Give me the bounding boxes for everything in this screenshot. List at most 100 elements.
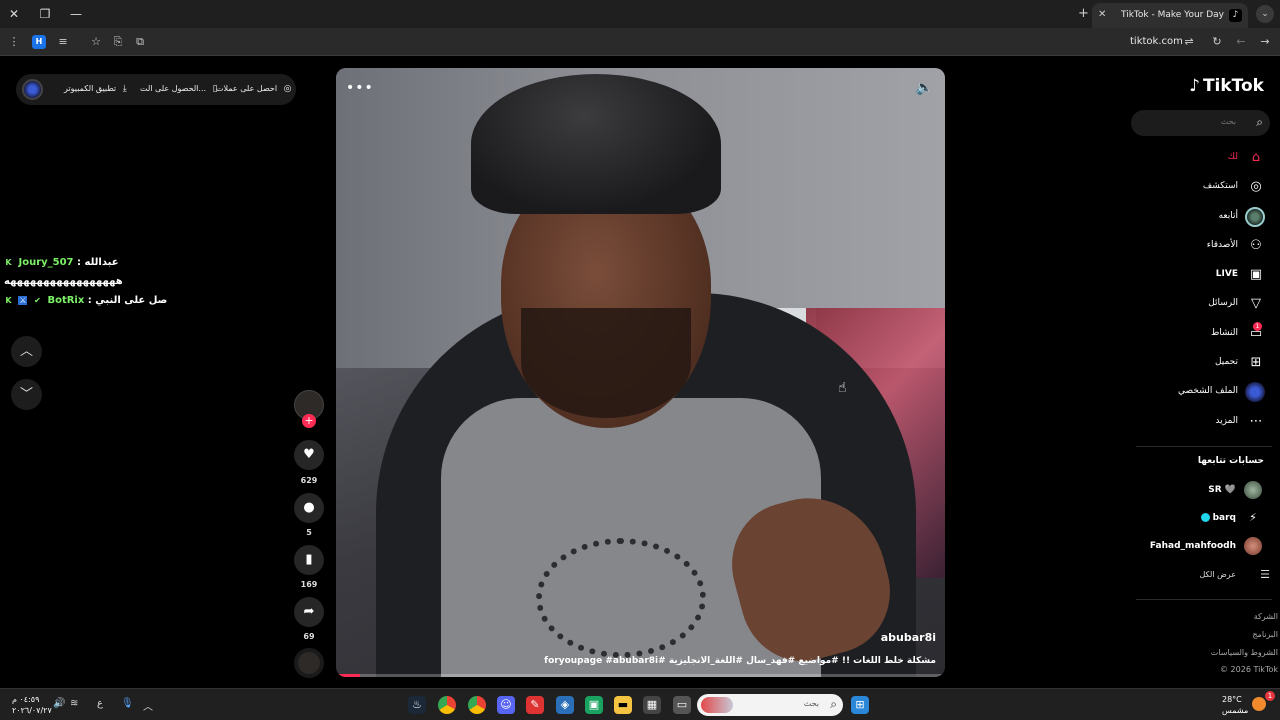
menu-dots-icon[interactable]: ⋮ [7,35,21,49]
store-icon[interactable]: ▦ [643,696,661,714]
restore-window-icon[interactable]: ❐ [37,6,53,22]
following-account[interactable]: SR 🩶 [1140,479,1270,503]
search-icon[interactable]: ⌕ [1256,115,1263,130]
chat-text: صل على النبي [95,295,168,306]
address-bar: ⋮ H ≡ ☆ ⎘ ⧉ tiktok.com ⇌ ↻ ← → [0,28,1280,56]
video-more-icon[interactable]: ••• [346,80,374,96]
back-icon[interactable]: ← [1234,35,1248,49]
reload-icon[interactable]: ↻ [1210,35,1224,49]
desktop-app-button[interactable]: تطبيق الكمبيوتر ⤓ [64,84,127,94]
comment-button[interactable]: ● [294,493,324,523]
kick-app-icon[interactable]: ▣ [585,696,603,714]
follow-plus-icon[interactable]: + [302,414,316,428]
previous-video-button[interactable]: ︿ [11,336,42,367]
volume-icon[interactable]: 🔈 [916,80,933,96]
taskbar-search-input[interactable]: بحث ⌕ [697,694,843,716]
profile-icon[interactable]: H [32,35,46,49]
active-app-icon[interactable]: ◈ [556,696,574,714]
close-tab-icon[interactable]: ✕ [1098,9,1106,20]
translate-icon[interactable]: ⎘ [111,35,125,49]
site-settings-icon[interactable]: ⇌ [1182,35,1196,49]
video-progress-bar[interactable] [336,674,945,677]
next-video-button[interactable]: ﹀ [11,379,42,410]
download-icon: ⤓ [122,84,127,94]
app-icon[interactable]: ✎ [526,696,544,714]
sidebar-item-live[interactable]: LIVE ▣ [1140,261,1270,290]
file-explorer-icon[interactable]: ▬ [614,696,632,714]
install-app-icon[interactable]: ⧉ [133,35,147,49]
sidebar-item-more[interactable]: المزيد ⋯ [1140,408,1270,437]
kick-badge-icon: K [5,257,12,267]
music-disc-icon[interactable] [294,648,324,678]
taskbar-search-placeholder: بحث [803,699,819,708]
see-all-link[interactable]: عرض الكل [1199,570,1236,579]
following-account-label: barq [1212,513,1236,523]
search-highlight-icon [701,697,733,713]
like-button[interactable]: ♥ [294,440,324,470]
sidebar-item-messages[interactable]: الرسائل ▽ [1140,290,1270,319]
sidebar-item-label: الرسائل [1208,298,1238,309]
steam-icon[interactable]: ♨ [408,696,426,714]
bookmark-star-icon[interactable]: ☆ [89,35,103,49]
get-app-label: الحصول على الت... [140,84,207,93]
notification-badge: 1 [1265,691,1275,701]
weather-widget[interactable]: 28°C مشمس [1222,694,1248,716]
footer-program-link[interactable]: البرنامج [1252,630,1278,639]
sidebar-item-profile[interactable]: الملف الشخصي [1140,378,1270,407]
tiktok-logo[interactable]: ♪ TikTok [1189,76,1264,96]
save-count: 169 [300,580,318,589]
sidebar-item-explore[interactable]: استكشف ◎ [1140,173,1270,202]
sidebar-item-upload[interactable]: تحميل ⊞ [1140,349,1270,378]
speaker-icon[interactable]: 🔊 [53,698,65,709]
live-icon: ▣ [1249,267,1263,283]
chrome-icon[interactable] [438,696,456,714]
task-view-icon[interactable]: ▭ [673,696,691,714]
lightning-avatar-icon: ⚡ [1244,509,1262,527]
browser-tab-bar: ✕ ❐ — + ✕ TikTok - Make Your Day ♪ ⌄ [0,0,1280,28]
taskbar-clock[interactable]: ٠٤:٥٩ م ٢٠٢٦/٠٧/٢٧ [12,694,52,716]
search-input[interactable]: بحث ⌕ [1131,110,1270,136]
following-account[interactable]: Fahad_mahfoodh [1140,535,1270,559]
tray-chevron-icon[interactable]: ︿ [143,698,153,713]
chat-separator: : [84,295,96,306]
microphone-icon[interactable]: 🎙 [121,698,134,709]
footer-copyright: © 2026 TikTok [1220,665,1278,674]
reading-list-icon[interactable]: ≡ [56,35,70,49]
following-account[interactable]: barq ⚡ [1140,507,1270,531]
new-tab-icon[interactable]: + [1078,6,1089,21]
chrome-profile-icon[interactable] [468,696,486,714]
sidebar-item-following[interactable]: أتابعه [1140,203,1270,232]
forward-icon[interactable]: → [1258,35,1272,49]
tab-search-icon[interactable]: ⌄ [1256,5,1274,23]
profile-avatar-icon [1245,382,1265,403]
minimize-window-icon[interactable]: — [68,6,84,22]
get-coins-button[interactable]: احصل على عملات ◎ [216,84,291,94]
discord-icon[interactable]: ☺ [497,696,515,714]
tab-tiktok[interactable]: ✕ TikTok - Make Your Day ♪ [1092,3,1248,28]
sidebar-item-label: تحميل [1214,357,1238,368]
search-placeholder: بحث [1220,117,1236,126]
footer-terms-link[interactable]: الشروط والسياسات [1211,648,1278,657]
save-button[interactable]: ▮ [294,545,324,575]
share-button[interactable]: ➦ [294,597,324,627]
video-player[interactable]: ••• 🔈 abubar8i مشكلة خلط اللغات !! #مواض… [336,68,945,677]
chat-text: عبدالله [84,257,119,268]
video-scene [471,74,721,214]
windows-taskbar: ٠٤:٥٩ م ٢٠٢٦/٠٧/٢٧ 🔊 ≋ ع 🎙 ︿ ♨ ☺ ✎ ◈ ▣ ▬… [0,688,1280,720]
close-window-icon[interactable]: ✕ [6,6,22,22]
list-icon: ☰ [1260,568,1270,581]
video-author[interactable]: abubar8i [881,631,936,644]
windows-start-icon[interactable]: ⊞ [851,696,869,714]
footer-company-link[interactable]: الشركة [1254,612,1278,621]
wifi-icon[interactable]: ≋ [70,698,78,709]
sidebar-item-for-you[interactable]: لك ⌂ [1140,144,1270,173]
messages-icon: ▽ [1251,296,1261,312]
sidebar-item-label: LIVE [1215,269,1238,280]
user-avatar[interactable] [22,79,43,100]
sidebar-item-activity[interactable]: النشاط ▭ 1 [1140,320,1270,349]
get-app-button[interactable]: الحصول على الت... ▯ [140,84,218,94]
sidebar-item-friends[interactable]: الأصدقاء ⚇ [1140,232,1270,261]
like-count: 629 [300,476,318,485]
url-field[interactable]: tiktok.com [1130,36,1183,47]
input-language[interactable]: ع [97,698,103,709]
